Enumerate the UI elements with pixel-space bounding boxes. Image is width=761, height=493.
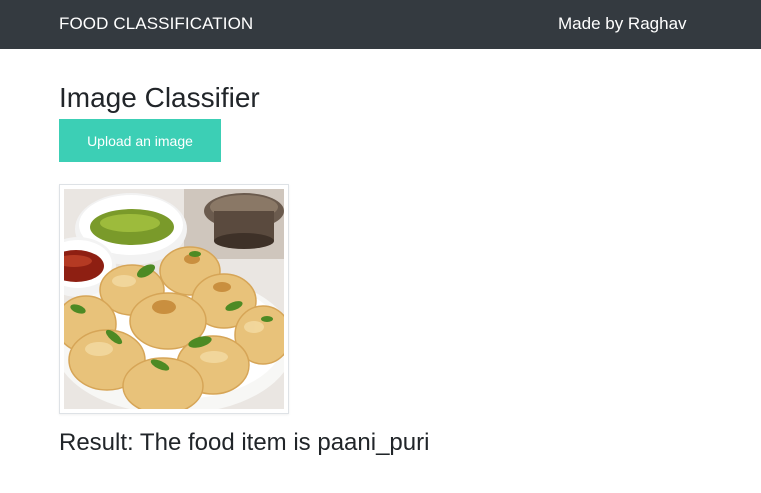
page-title: Image Classifier bbox=[59, 82, 260, 113]
upload-image-button[interactable]: Upload an image bbox=[59, 119, 221, 162]
author-link[interactable]: Made by Raghav bbox=[558, 14, 687, 34]
classification-result: Result: The food item is paani_puri bbox=[59, 429, 430, 456]
top-navbar: FOOD CLASSIFICATION Made by Raghav bbox=[0, 0, 761, 49]
food-photo bbox=[64, 189, 284, 409]
uploaded-image-thumbnail bbox=[59, 184, 289, 414]
navbar-brand[interactable]: FOOD CLASSIFICATION bbox=[59, 14, 253, 34]
